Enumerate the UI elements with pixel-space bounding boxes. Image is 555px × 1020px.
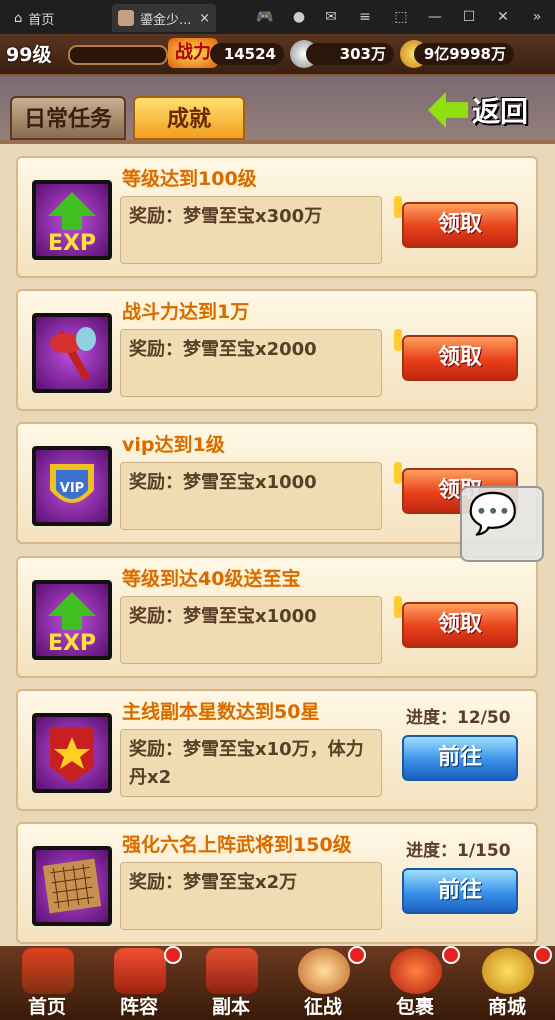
task-title: 战斗力达到1万 — [122, 301, 250, 323]
flag-icon — [394, 462, 402, 484]
task-title: 主线副本星数达到50星 — [122, 701, 320, 723]
maximize-icon[interactable]: ☐ — [460, 8, 478, 26]
player-status-bar: 99级 战力 14524 303万 9亿9998万 — [0, 34, 555, 76]
task-title: 等级达到100级 — [122, 168, 257, 190]
svg-text:EXP: EXP — [48, 631, 96, 656]
bottom-nav: 首页 阵容 副本 征战 包裹 商城 — [0, 946, 555, 1020]
silver-value: 303万 — [306, 43, 394, 65]
flag-icon — [394, 596, 402, 618]
axe-icon — [32, 313, 112, 393]
player-level: 99级 — [6, 44, 52, 66]
task-progress: 进度：1/150 — [406, 841, 511, 861]
vip-shield-icon: VIP — [32, 446, 112, 526]
task-reward: 奖励：梦雪至宝x2万 — [120, 862, 382, 930]
task-reward: 奖励：梦雪至宝x300万 — [120, 196, 382, 264]
nav-label: 商城 — [487, 996, 526, 1018]
task-reward: 奖励：梦雪至宝x2000 — [120, 329, 382, 397]
account-icon[interactable]: ● — [290, 8, 308, 26]
nav-shop[interactable]: 商城 — [462, 946, 552, 1020]
task-reward: 奖励：梦雪至宝x1000 — [120, 596, 382, 664]
tab-close-icon[interactable]: × — [199, 11, 210, 26]
exp-up-icon: EXP — [32, 580, 112, 660]
notification-dot — [164, 946, 182, 964]
tab-daily-tasks[interactable]: 日常任务 — [10, 96, 126, 140]
nav-bag[interactable]: 包裹 — [370, 946, 460, 1020]
gold-pile-icon — [482, 948, 534, 994]
mail-icon[interactable]: ✉ — [322, 8, 340, 26]
back-button[interactable]: 返回 — [428, 88, 538, 132]
notification-dot — [442, 946, 460, 964]
minimize-icon[interactable]: — — [426, 8, 444, 26]
task-title: vip达到1级 — [122, 434, 225, 456]
home-tab[interactable]: ⌂ 首页 — [14, 9, 54, 28]
svg-text:EXP: EXP — [48, 231, 96, 256]
screenshot-icon[interactable]: ⬚ — [392, 8, 410, 26]
go-button[interactable]: 前往 — [402, 868, 518, 914]
home-icon: ⌂ — [14, 11, 23, 26]
tab-favicon-icon — [118, 10, 134, 26]
banner-icon — [114, 948, 166, 994]
svg-text:VIP: VIP — [60, 481, 84, 496]
task-card: 主线副本星数达到50星 进度：12/50 奖励：梦雪至宝x10万，体力丹x2 前… — [16, 689, 538, 811]
task-title: 等级到达40级送至宝 — [122, 568, 301, 590]
task-reward: 奖励：梦雪至宝x10万，体力丹x2 — [120, 729, 382, 797]
exp-up-icon: EXP — [32, 180, 112, 260]
back-arrow-icon — [428, 92, 468, 128]
bag-icon — [390, 948, 442, 994]
gold-value: 9亿9998万 — [414, 43, 514, 65]
target-icon — [298, 948, 350, 994]
browser-chrome: ⌂ 首页 鎏金少... × 🎮 ● ✉ ≡ ⬚ — ☐ ✕ » — [0, 0, 555, 34]
claim-button[interactable]: 领取 — [402, 335, 518, 381]
tab-title: 鎏金少... — [140, 12, 192, 28]
nav-label: 阵容 — [119, 996, 158, 1018]
notification-dot — [534, 946, 552, 964]
close-window-icon[interactable]: ✕ — [494, 8, 512, 26]
achievement-list[interactable]: EXP 等级达到100级 奖励：梦雪至宝x300万 领取 战斗力达到1万 奖励：… — [0, 140, 555, 950]
tab-achievements[interactable]: 成就 — [133, 96, 245, 140]
task-card: EXP 等级到达40级送至宝 奖励：梦雪至宝x1000 领取 — [16, 556, 538, 678]
house-icon — [22, 948, 74, 994]
star-banner-icon — [32, 713, 112, 793]
back-label: 返回 — [472, 95, 529, 128]
nav-campaign[interactable]: 征战 — [278, 946, 368, 1020]
nav-dungeon[interactable]: 副本 — [186, 946, 276, 1020]
home-label: 首页 — [28, 13, 55, 28]
nav-lineup[interactable]: 阵容 — [94, 946, 184, 1020]
nav-label: 副本 — [211, 996, 250, 1018]
nav-home[interactable]: 首页 — [2, 946, 92, 1020]
claim-button[interactable]: 领取 — [402, 602, 518, 648]
game-area: 日常任务 成就 返回 EXP 等级达到100级 奖励：梦雪至宝x300万 领取 … — [0, 76, 555, 1020]
nav-label: 首页 — [27, 996, 66, 1018]
horse-icon — [206, 948, 258, 994]
go-button[interactable]: 前往 — [402, 735, 518, 781]
notification-dot — [348, 946, 366, 964]
task-progress: 进度：12/50 — [406, 708, 511, 728]
expand-icon[interactable]: » — [528, 8, 546, 26]
power-value: 14524 — [210, 43, 284, 65]
nav-label: 包裹 — [395, 996, 434, 1018]
go-board-icon — [32, 846, 112, 926]
flag-icon — [394, 196, 402, 218]
game-tab[interactable]: 鎏金少... × — [112, 4, 216, 32]
task-card: 战斗力达到1万 奖励：梦雪至宝x2000 领取 — [16, 289, 538, 411]
task-title: 强化六名上阵武将到150级 — [122, 834, 352, 856]
nav-label: 征战 — [303, 996, 342, 1018]
task-card: EXP 等级达到100级 奖励：梦雪至宝x300万 领取 — [16, 156, 538, 278]
claim-button[interactable]: 领取 — [402, 202, 518, 248]
chat-icon[interactable]: 💬 — [460, 486, 544, 562]
menu-icon[interactable]: ≡ — [356, 8, 374, 26]
gamepad-icon[interactable]: 🎮 — [256, 8, 274, 26]
task-reward: 奖励：梦雪至宝x1000 — [120, 462, 382, 530]
task-card: 强化六名上阵武将到150级 进度：1/150 奖励：梦雪至宝x2万 前往 — [16, 822, 538, 944]
xp-bar — [68, 45, 168, 65]
flag-icon — [394, 329, 402, 351]
task-tabs: 日常任务 成就 返回 — [0, 76, 555, 142]
